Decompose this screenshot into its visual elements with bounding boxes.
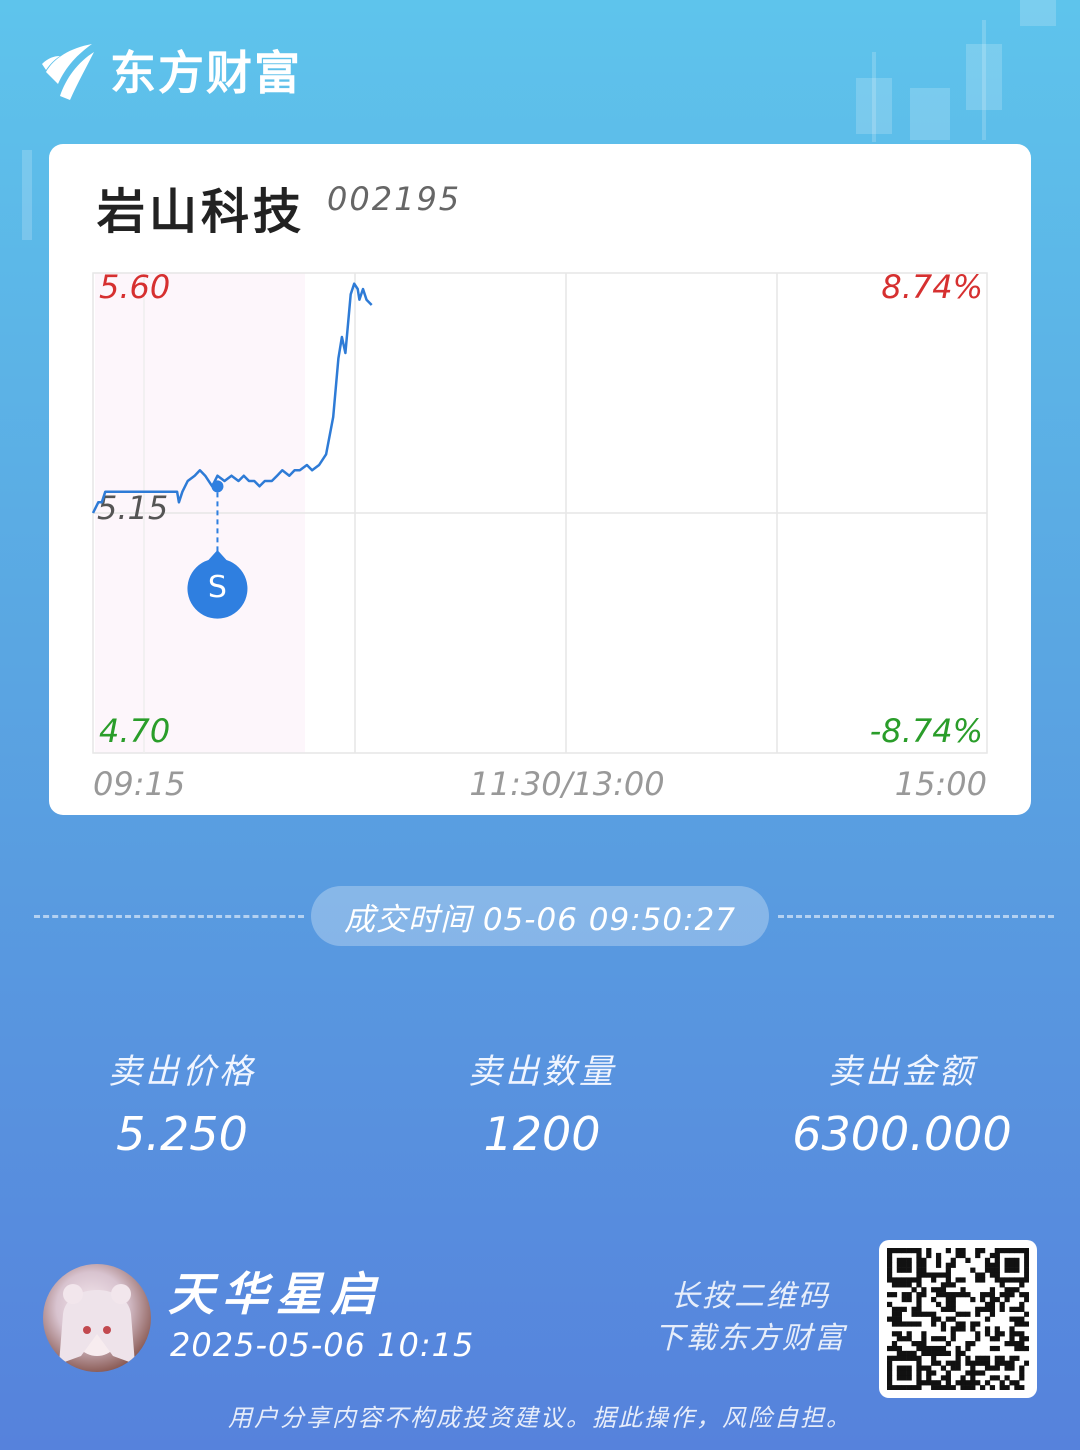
qr-code-icon (887, 1248, 1029, 1390)
decorative-candle (872, 52, 876, 142)
decorative-candle (982, 20, 986, 140)
decorative-candle (910, 88, 950, 140)
sell-marker-label: S (208, 570, 227, 605)
stat-label: 卖出价格 (108, 1052, 256, 1092)
qr-code[interactable] (879, 1240, 1037, 1398)
y-label-bottom: 4.70 (99, 712, 170, 750)
y-label-top: 5.60 (99, 268, 170, 306)
qr-hint: 长按二维码 下载东方财富 (640, 1276, 860, 1360)
share-time: 2025-05-06 10:15 (170, 1326, 475, 1364)
stat-sell-quantity: 卖出数量 1200 (392, 1044, 692, 1161)
brand-header: 东方财富 (40, 38, 302, 102)
avatar-image-icon (59, 1284, 135, 1364)
intraday-chart: 5.60 5.15 4.70 8.74% -8.74% 09:15 11:30/… (91, 268, 988, 803)
decorative-candle (22, 150, 32, 240)
qr-hint-line1: 长按二维码 (670, 1279, 830, 1314)
dashed-divider-left (34, 915, 304, 918)
trade-point (211, 480, 224, 493)
decorative-candle (1020, 0, 1056, 26)
user-name: 天华星启 (168, 1267, 384, 1321)
dashed-divider-right (778, 915, 1054, 918)
trade-time-pill: 成交时间 05-06 09:50:27 (311, 886, 769, 946)
brand-name: 东方财富 (110, 46, 302, 100)
trade-time-row: 成交时间 05-06 09:50:27 (0, 886, 1080, 946)
stat-value: 6300.000 (792, 1107, 1012, 1161)
y-label-mid: 5.15 (97, 489, 168, 527)
pct-label-bottom: -8.74% (870, 712, 983, 750)
x-label-open: 09:15 (93, 765, 185, 803)
brand-logo-icon (42, 44, 94, 100)
stat-value: 1200 (483, 1107, 601, 1161)
stock-chart-card: 岩山科技 002195 5.60 5.15 4.70 8.74% -8.74% … (49, 144, 1031, 815)
stat-sell-amount: 卖出金额 6300.000 (752, 1044, 1052, 1161)
stat-label: 卖出金额 (828, 1052, 976, 1092)
stat-sell-price: 卖出价格 5.250 (32, 1044, 332, 1161)
avatar (43, 1264, 151, 1372)
stat-label: 卖出数量 (468, 1052, 616, 1092)
x-label-close: 15:00 (895, 765, 987, 803)
x-label-midday: 11:30/13:00 (469, 765, 664, 803)
stat-value: 5.250 (116, 1107, 248, 1161)
disclaimer: 用户分享内容不构成投资建议。据此操作，风险自担。 (228, 1404, 852, 1432)
pct-label-top: 8.74% (881, 268, 983, 306)
qr-hint-line2: 下载东方财富 (654, 1321, 846, 1356)
